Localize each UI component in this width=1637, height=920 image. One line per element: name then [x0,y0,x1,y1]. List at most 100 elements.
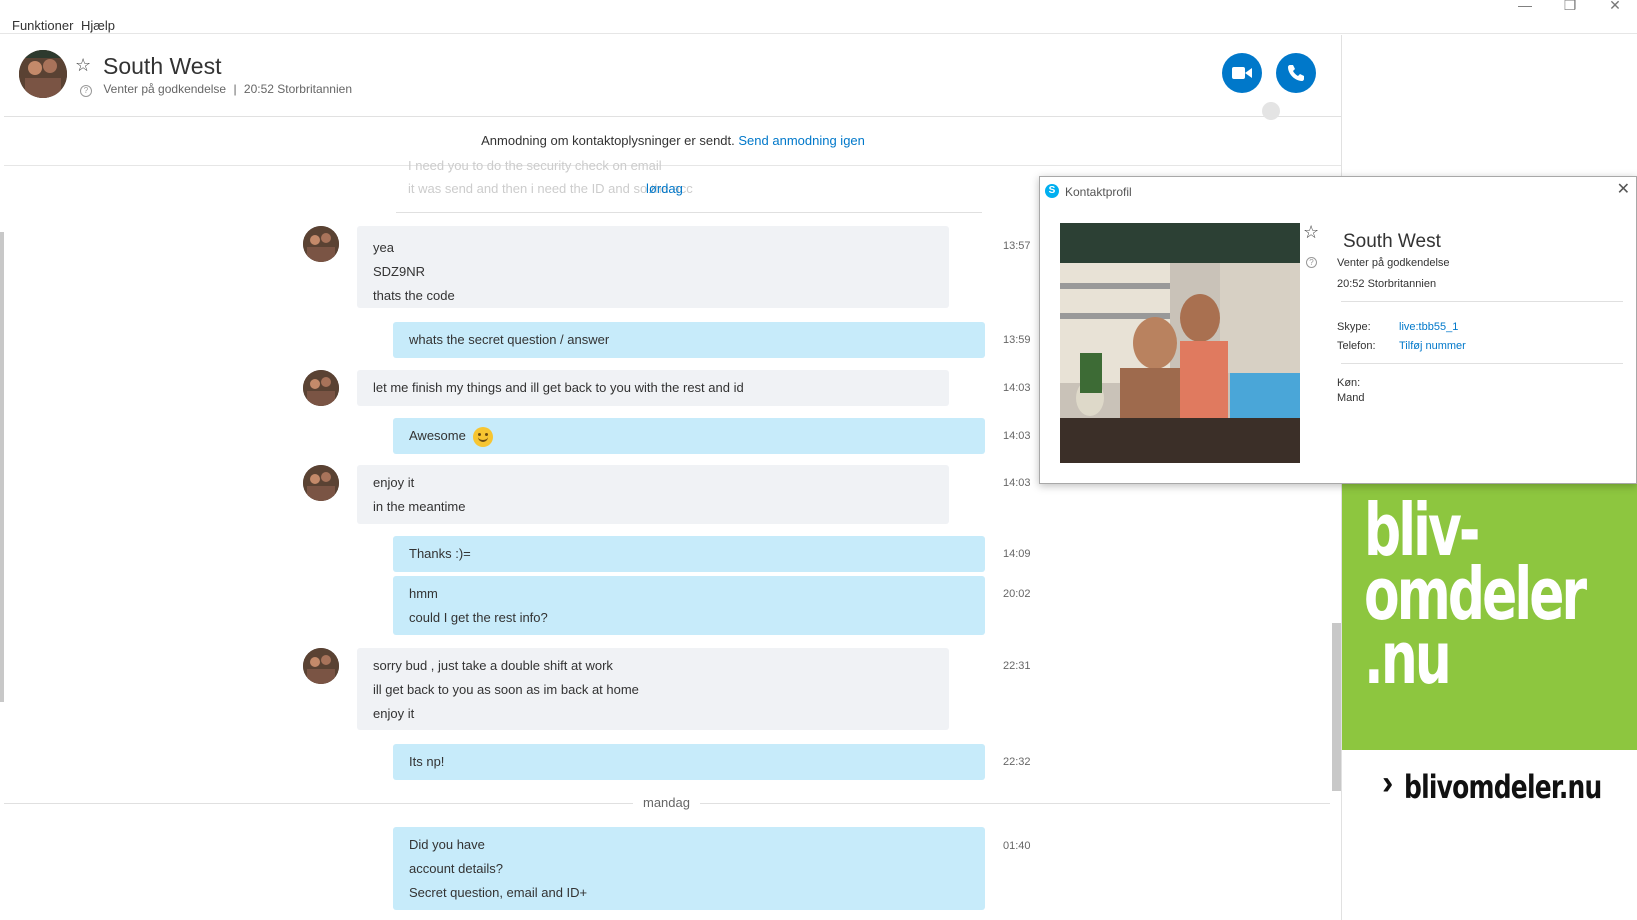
message-bubble-incoming[interactable]: sorry bud , just take a double shift at … [357,648,949,730]
message-time: 13:57 [1003,240,1031,252]
message-line: SDZ9NR [373,264,426,279]
menu-funktioner[interactable]: Funktioner [12,18,73,33]
message-line: hmm [409,586,438,601]
message-avatar[interactable] [303,648,339,684]
message-line: could I get the rest info? [409,610,548,625]
profile-photo[interactable] [1060,223,1300,463]
resend-request-link[interactable]: Send anmodning igen [738,133,865,148]
message-bubble-outgoing[interactable]: Its np! [393,744,985,780]
message-avatar[interactable] [303,465,339,501]
avatar-photo-icon [303,465,339,501]
message-line: thats the code [373,288,455,303]
gender-value: Mand [1337,392,1365,404]
minimize-button[interactable]: — [1503,0,1547,14]
message-bubble-outgoing[interactable]: whats the secret question / answer [393,322,985,358]
ad-footer[interactable]: › blivomdeler.nu [1342,750,1637,920]
message-bubble-incoming[interactable]: yea SDZ9NR thats the code [357,226,949,308]
conversation-header: ☆ South West ? Venter på godkendelse | 2… [4,35,1342,120]
left-edge-bar [0,232,4,702]
favorite-star-icon[interactable]: ☆ [75,55,91,76]
message-time: 14:09 [1003,548,1031,560]
close-window-button[interactable]: ✕ [1593,0,1637,14]
ad-line: .nu [1364,616,1452,700]
contact-name: South West [103,53,222,79]
ad-arrow-icon: › [1382,764,1394,802]
message-time: 14:03 [1003,477,1031,489]
message-line: Thanks :)= [409,546,471,561]
profile-photo-image [1060,223,1300,463]
message-line: Its np! [409,754,445,769]
message-line: sorry bud , just take a double shift at … [373,658,613,673]
day-label-saturday: lørdag [646,181,683,196]
menu-hjaelp[interactable]: Hjælp [81,18,115,33]
avatar-photo-icon [19,50,67,98]
message-bubble-outgoing[interactable]: hmm could I get the rest info? [393,576,985,635]
video-call-button[interactable] [1222,53,1262,93]
video-camera-icon [1232,67,1252,79]
message-bubble-outgoing[interactable]: Did you have account details? Secret que… [393,827,985,910]
message-line: let me finish my things and ill get back… [373,380,744,395]
skype-logo-icon: S [1045,184,1059,198]
menu-bar: Funktioner Hjælp — ❐ ✕ [0,0,1637,34]
advertisement-banner[interactable]: bliv- omdeler .nu [1342,484,1637,750]
message-avatar[interactable] [303,226,339,262]
audio-call-button[interactable] [1276,53,1316,93]
message-time: 22:32 [1003,756,1031,768]
day-label-monday: mandag [633,795,700,810]
status-separator: | [233,82,237,96]
contact-status: ? Venter på godkendelse | 20:52 Storbrit… [80,82,352,97]
message-time: 01:40 [1003,840,1031,852]
contact-profile-popup: S Kontaktprofil ✕ ☆ South West ? Venter … [1039,176,1637,484]
request-notice: Anmodning om kontaktoplysninger er sendt… [4,118,1342,166]
faded-message-1: I need you to do the security check on e… [408,158,662,173]
avatar-photo-icon [303,226,339,262]
message-bubble-incoming[interactable]: let me finish my things and ill get back… [357,370,949,406]
avatar-photo-icon [303,648,339,684]
message-line: Did you have [409,837,485,852]
message-line: enjoy it [373,475,415,490]
add-phone-link[interactable]: Tilføj nummer [1399,340,1466,352]
message-bubble-outgoing[interactable]: Thanks :)= [393,536,985,572]
message-avatar[interactable] [303,370,339,406]
profile-separator [1341,363,1623,364]
pending-question-icon: ? [1306,257,1317,268]
message-line: account details? [409,861,503,876]
message-time: 14:03 [1003,430,1031,442]
maximize-button[interactable]: ❐ [1548,0,1592,14]
message-time: 22:31 [1003,660,1031,672]
message-line: Secret question, email and ID+ [409,885,588,900]
chat-scrollbar-thumb[interactable] [1332,623,1341,791]
ad-link[interactable]: blivomdeler.nu [1404,768,1602,806]
message-time: 14:03 [1003,382,1031,394]
profile-status: Venter på godkendelse [1337,257,1450,269]
message-line: Awesome [409,428,466,443]
smile-emoji-icon [473,426,494,447]
message-time: 20:02 [1003,588,1031,600]
message-line: whats the secret question / answer [409,332,610,347]
profile-separator [1341,301,1623,302]
contact-avatar[interactable] [19,50,67,98]
status-text: Venter på godkendelse [103,82,227,96]
profile-favorite-star-icon[interactable]: ☆ [1303,222,1319,243]
skype-label: Skype: [1337,321,1371,333]
local-time: 20:52 Storbritannien [243,82,352,96]
profile-name: South West [1343,231,1441,252]
pending-question-icon: ? [80,85,92,97]
profile-local-time: 20:52 Storbritannien [1337,278,1437,290]
message-line: ill get back to you as soon as im back a… [373,682,639,697]
message-time: 13:59 [1003,334,1031,346]
day-separator-line [396,212,982,213]
profile-title: Kontaktprofil [1065,185,1132,199]
avatar-photo-icon [303,370,339,406]
message-line: enjoy it [373,706,415,721]
gender-label: Køn: [1337,377,1361,389]
skype-id-link[interactable]: live:tbb55_1 [1399,321,1458,333]
message-line: in the meantime [373,499,466,514]
notice-text: Anmodning om kontaktoplysninger er sendt… [481,133,735,148]
phone-icon [1288,65,1304,81]
message-bubble-outgoing[interactable]: Awesome [393,418,985,454]
phone-label: Telefon: [1337,340,1376,352]
message-bubble-incoming[interactable]: enjoy it in the meantime [357,465,949,524]
message-line: yea [373,240,394,255]
profile-close-button[interactable]: ✕ [1617,179,1630,199]
